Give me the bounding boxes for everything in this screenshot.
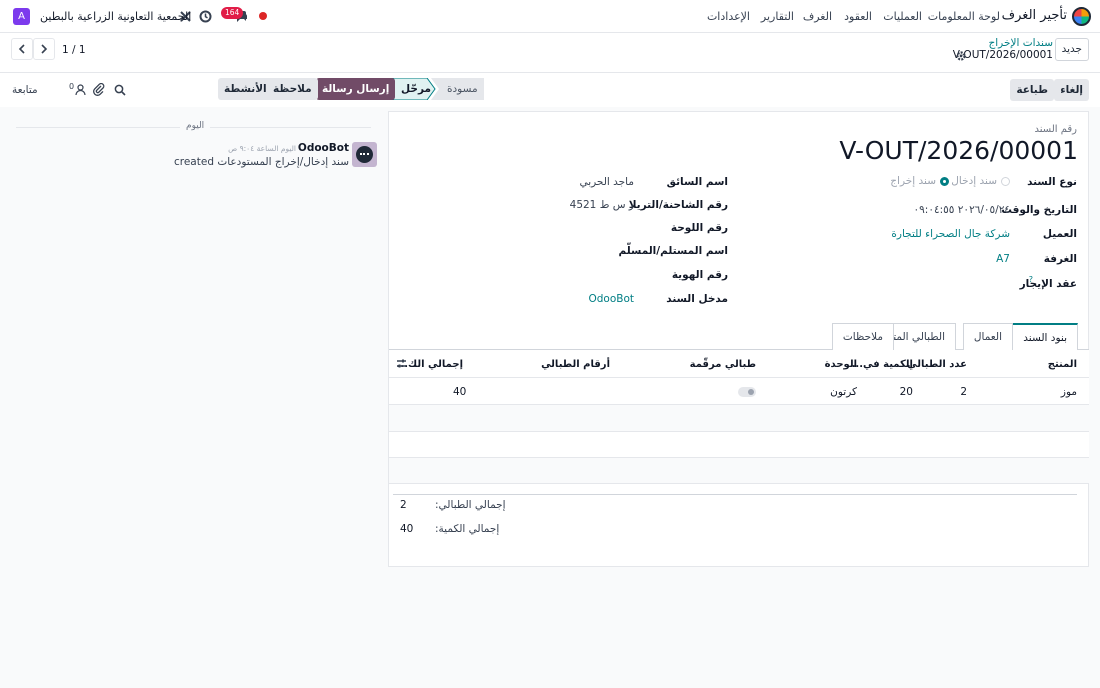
clock-icon[interactable] — [199, 10, 212, 23]
doc-number: V-OUT/2026/00001 — [839, 136, 1078, 165]
follow-button[interactable]: متابعة — [12, 84, 38, 96]
app-logo-icon[interactable] — [1072, 7, 1091, 26]
message-author[interactable]: OdooBot — [298, 142, 349, 154]
row-divider — [389, 483, 1089, 484]
menu-settings[interactable]: الإعدادات — [707, 10, 750, 23]
menu-dashboard[interactable]: لوحة المعلومات — [928, 10, 1000, 23]
cancel-button[interactable]: إلغاء — [1054, 79, 1089, 101]
room-label: الغرفة — [1043, 253, 1077, 265]
doc-type-in-label[interactable]: سند إدخال — [951, 175, 997, 187]
print-button[interactable]: طباعة — [1010, 79, 1054, 101]
receiver-label: اسم المستلم/المسلّم — [618, 245, 728, 257]
app-name[interactable]: تأجير الغرف — [1002, 8, 1067, 23]
chevron-left-icon — [18, 44, 25, 54]
message-time: اليوم الساعة ٩:٠٤ ص — [228, 144, 296, 153]
user-avatar[interactable]: A — [13, 8, 30, 25]
paperclip-icon[interactable] — [93, 83, 105, 96]
total-qty-label: إجمالي الكمية: — [435, 523, 500, 535]
company-name[interactable]: الجمعية التعاونية الزراعية بالبطين — [40, 10, 191, 23]
doc-type-in-radio[interactable] — [1001, 177, 1010, 186]
pager-value[interactable]: 1 / 1 — [62, 44, 86, 56]
driver-value[interactable]: ماجد الحربي — [579, 176, 634, 188]
col-qty-per[interactable]: الكمية في... — [852, 359, 913, 370]
chatter-date-label: اليوم — [180, 121, 211, 131]
log-note-button[interactable]: ملاحظة — [267, 78, 318, 100]
pager-next-button[interactable] — [33, 38, 55, 60]
control-panel: جديد سندات الإخراج V-OUT/2026/00001 1 / … — [0, 33, 1100, 73]
col-product[interactable]: المنتج — [1048, 359, 1077, 370]
datetime-value[interactable]: ٢٠٢٦/٠٥/٢٤ ٠٩:٠٤:٥٥ — [914, 204, 1010, 216]
customer-label: العميل — [1042, 228, 1077, 240]
cell-unit[interactable]: كرتون — [830, 386, 857, 398]
tab-workers[interactable]: العمال — [962, 323, 1013, 350]
truck-value[interactable]: ر س ط 4521 — [570, 199, 634, 211]
menu-reports[interactable]: التقارير — [761, 10, 794, 23]
entered-by-value[interactable]: OdooBot — [588, 293, 634, 305]
new-button[interactable]: جديد — [1054, 38, 1089, 61]
bot-eyes — [360, 153, 369, 156]
menu-operations[interactable]: العمليات — [883, 10, 922, 23]
cell-qty-per[interactable]: 20 — [900, 386, 913, 398]
optional-columns-icon[interactable] — [396, 358, 407, 369]
contract-help-icon[interactable]: ? — [1029, 275, 1033, 284]
total-pallets-value: 2 — [400, 499, 407, 511]
toggle-knob — [748, 389, 754, 395]
room-value[interactable]: A7 — [996, 253, 1010, 265]
col-numbered[interactable]: طبالي مرقّمة — [690, 359, 756, 370]
empty-row — [389, 432, 1089, 458]
totals-divider — [393, 494, 1077, 495]
status-draft[interactable]: مسودة — [437, 78, 488, 100]
status-posted[interactable]: مرحّل — [391, 78, 441, 100]
activities-button[interactable]: الأنشطة — [218, 78, 273, 100]
top-navbar: تأجير الغرف لوحة المعلومات العمليات العق… — [0, 0, 1100, 33]
empty-row — [389, 458, 1089, 483]
chevron-right-icon — [41, 44, 48, 54]
tab-notes[interactable]: ملاحظات — [831, 323, 894, 350]
message-suffix: created — [173, 156, 214, 168]
cell-total[interactable]: 40 — [453, 386, 466, 398]
cell-pallets[interactable]: 2 — [960, 386, 967, 398]
breadcrumb-current: V-OUT/2026/00001 — [952, 49, 1053, 61]
gear-icon[interactable] — [956, 51, 966, 61]
cell-product[interactable]: موز — [1061, 386, 1077, 398]
message-text: سند إدخال/إخراج المستودعات — [217, 156, 349, 168]
send-message-button[interactable]: إرسال رسالة — [316, 78, 396, 100]
breadcrumb-parent[interactable]: سندات الإخراج — [988, 37, 1053, 49]
odoobot-avatar[interactable] — [352, 142, 377, 167]
tab-lines[interactable]: بنود السند — [1012, 323, 1078, 350]
bot-face — [356, 146, 373, 163]
menu-contracts[interactable]: العقود — [844, 10, 872, 23]
followers-icon[interactable] — [75, 84, 86, 96]
plate-label: رقم اللوحة — [670, 222, 728, 234]
col-unit[interactable]: الوحدة — [825, 359, 857, 370]
entered-by-label: مدخل السند — [666, 293, 728, 305]
followers-count: 0 — [69, 82, 75, 91]
col-pallet-numbers[interactable]: أرقام الطبالي — [541, 359, 610, 370]
numbered-toggle[interactable] — [738, 387, 756, 397]
datetime-label: التاريخ والوقت — [1001, 204, 1077, 216]
empty-row — [389, 405, 1089, 431]
messages-badge: 164 — [221, 7, 244, 19]
action-bar — [0, 73, 1100, 107]
customer-value[interactable]: شركة جال الصحراء للتجارة — [891, 228, 1010, 240]
driver-label: اسم السائق — [666, 176, 728, 188]
total-qty-value: 40 — [400, 523, 414, 535]
doc-type-out-label[interactable]: سند إخراج — [890, 175, 936, 187]
menu-rooms[interactable]: الغرف — [803, 10, 832, 23]
col-pallets[interactable]: عدد الطبالي — [907, 359, 967, 370]
status-dot-icon[interactable] — [259, 12, 267, 20]
total-pallets-label: إجمالي الطبالي: — [435, 499, 506, 511]
truck-label: رقم الشاحنة/التريلا — [628, 199, 728, 211]
message-body: سند إدخال/إخراج المستودعات created — [174, 156, 349, 168]
pager-prev-button[interactable] — [11, 38, 33, 60]
id-number-label: رقم الهوية — [671, 269, 728, 281]
doc-number-label: رقم السند — [1034, 124, 1077, 135]
doc-type-label: نوع السند — [1027, 176, 1077, 188]
doc-type-out-radio[interactable] — [940, 177, 949, 186]
search-icon[interactable] — [114, 84, 126, 96]
